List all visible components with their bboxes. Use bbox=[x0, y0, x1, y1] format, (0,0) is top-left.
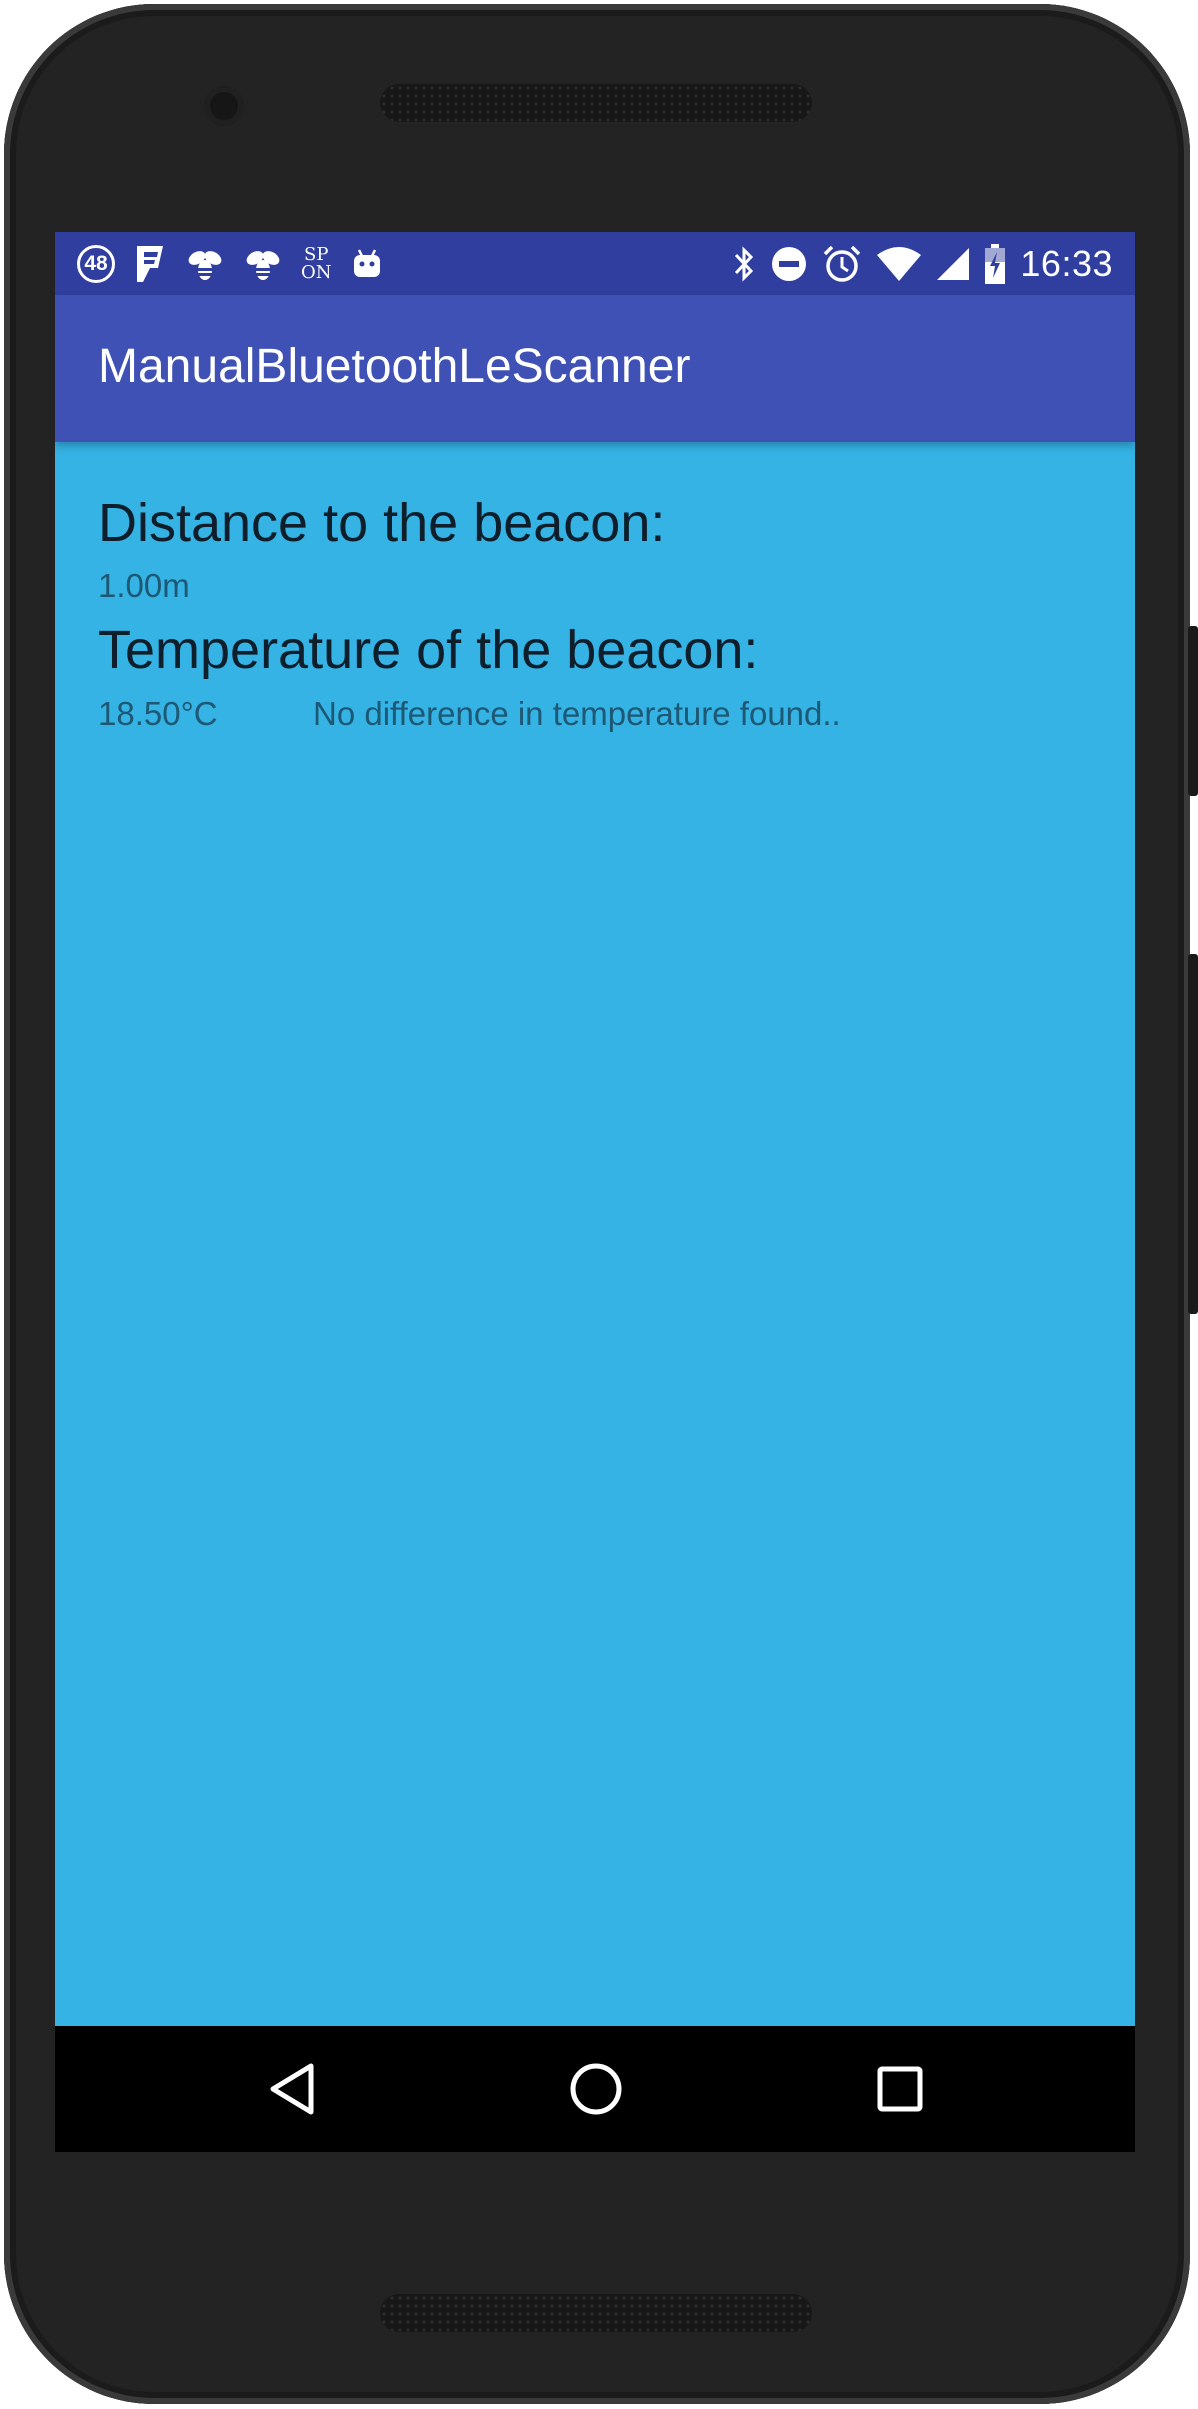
home-button[interactable] bbox=[566, 2059, 626, 2119]
top-speaker-grille bbox=[380, 84, 812, 122]
alarm-icon bbox=[822, 244, 862, 284]
app-screen: 48 SP ON 16:33 ManualBluetoothLeScanner … bbox=[55, 232, 1135, 2152]
cell-signal-icon bbox=[936, 247, 970, 281]
status-system-icons: 16:33 bbox=[732, 232, 1113, 295]
temperature-value: 18.50°C bbox=[98, 695, 218, 732]
bluetooth-icon bbox=[732, 245, 756, 283]
front-camera bbox=[204, 86, 244, 126]
sp-on-icon: SP ON bbox=[301, 243, 332, 283]
recent-apps-icon bbox=[877, 2066, 923, 2112]
temperature-status: No difference in temperature found.. bbox=[313, 695, 841, 732]
volume-rocker bbox=[1188, 954, 1198, 1314]
distance-value: 1.00m bbox=[98, 567, 190, 604]
bee-icon bbox=[243, 246, 283, 282]
status-notification-icons: 48 SP ON bbox=[77, 232, 402, 295]
android-icon bbox=[350, 247, 384, 281]
home-icon bbox=[570, 2063, 622, 2115]
power-button bbox=[1188, 626, 1198, 796]
status-bar: 48 SP ON 16:33 bbox=[55, 232, 1135, 295]
sp-bottom-label: ON bbox=[301, 261, 332, 283]
back-icon bbox=[270, 2063, 314, 2115]
app-toolbar: ManualBluetoothLeScanner bbox=[55, 295, 1135, 442]
status-time: 16:33 bbox=[1020, 242, 1113, 284]
recent-apps-button[interactable] bbox=[870, 2059, 930, 2119]
temperature-heading: Temperature of the beacon: bbox=[98, 620, 759, 680]
bottom-speaker-grille bbox=[380, 2294, 812, 2332]
app-title: ManualBluetoothLeScanner bbox=[98, 340, 691, 393]
sp-top-label: SP bbox=[304, 243, 329, 265]
battery-charging-icon bbox=[984, 243, 1006, 284]
foursquare-icon bbox=[133, 244, 167, 284]
wifi-icon bbox=[876, 246, 922, 282]
bee-icon bbox=[185, 246, 225, 282]
do-not-disturb-icon bbox=[770, 245, 808, 283]
back-button[interactable] bbox=[262, 2059, 322, 2119]
badge-48-icon: 48 bbox=[77, 244, 115, 283]
distance-heading: Distance to the beacon: bbox=[98, 493, 666, 553]
navigation-bar bbox=[55, 2026, 1135, 2152]
